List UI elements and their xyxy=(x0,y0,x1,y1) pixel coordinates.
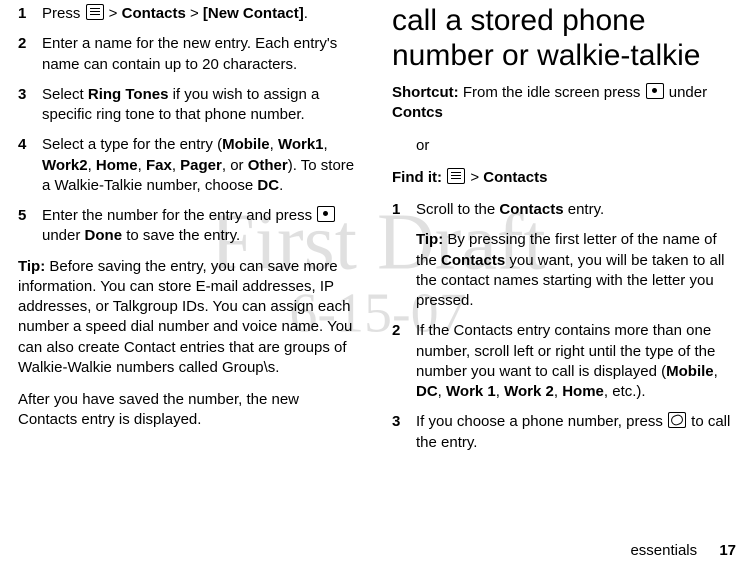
dot-key-icon xyxy=(317,206,335,222)
step-number: 3 xyxy=(392,412,416,453)
menu-key-icon xyxy=(447,168,465,184)
bold-label: Done xyxy=(85,227,123,244)
page-columns: 1Press > Contacts > [New Contact].2Enter… xyxy=(0,0,756,463)
shortcut-line: Shortcut: From the idle screen press und… xyxy=(392,83,738,124)
footer-section: essentials xyxy=(630,542,697,559)
step-number: 3 xyxy=(18,85,42,126)
right-column: call a stored phone number or walkie-tal… xyxy=(392,4,738,463)
bold-label: Work1 xyxy=(278,136,324,153)
tip-label: Tip: xyxy=(416,231,443,248)
step: 5Enter the number for the entry and pres… xyxy=(18,206,358,247)
bold-label: Work2 xyxy=(42,157,88,174)
step-number: 1 xyxy=(392,200,416,220)
step-number: 4 xyxy=(18,135,42,196)
bold-label: Fax xyxy=(146,157,172,174)
bold-label: Contacts xyxy=(441,252,505,269)
step-body: If the Contacts entry contains more than… xyxy=(416,321,738,402)
step-body: Enter a name for the new entry. Each ent… xyxy=(42,34,358,75)
step-body: Scroll to the Contacts entry. xyxy=(416,200,738,220)
bold-label: [New Contact] xyxy=(203,5,304,22)
bold-label: Home xyxy=(562,383,604,400)
step: 1Scroll to the Contacts entry. xyxy=(392,200,738,220)
tip-label: Tip: xyxy=(18,258,45,275)
page-footer: essentials 17 xyxy=(630,542,736,559)
step-body: Select Ring Tones if you wish to assign … xyxy=(42,85,358,126)
step: 3If you choose a phone number, press to … xyxy=(392,412,738,453)
step-body: If you choose a phone number, press to c… xyxy=(416,412,738,453)
after-paragraph: After you have saved the number, the new… xyxy=(18,390,358,431)
bold-label: Home xyxy=(96,157,138,174)
step: 2Enter a name for the new entry. Each en… xyxy=(18,34,358,75)
step-body: Select a type for the entry (Mobile, Wor… xyxy=(42,135,358,196)
step-number: 5 xyxy=(18,206,42,247)
step: 2If the Contacts entry contains more tha… xyxy=(392,321,738,402)
tip-paragraph: Tip: Before saving the entry, you can sa… xyxy=(18,257,358,379)
bold-label: Work 1 xyxy=(446,383,496,400)
section-title: call a stored phone number or walkie-tal… xyxy=(392,4,738,73)
step: 1Press > Contacts > [New Contact]. xyxy=(18,4,358,24)
step: 4Select a type for the entry (Mobile, Wo… xyxy=(18,135,358,196)
bold-label: Mobile xyxy=(222,136,270,153)
step-number: 1 xyxy=(18,4,42,24)
bold-label: Pager xyxy=(180,157,222,174)
footer-page-number: 17 xyxy=(719,542,736,559)
tip-paragraph: Tip: By pressing the first letter of the… xyxy=(416,230,738,311)
step-number: 2 xyxy=(18,34,42,75)
or-text: or xyxy=(416,136,738,156)
step-body: Enter the number for the entry and press… xyxy=(42,206,358,247)
menu-key-icon xyxy=(86,4,104,20)
bold-label: Work 2 xyxy=(504,383,554,400)
find-it-line: Find it: > Contacts xyxy=(392,168,738,188)
bold-label: DC xyxy=(416,383,438,400)
step: 3Select Ring Tones if you wish to assign… xyxy=(18,85,358,126)
bold-label: Contacts xyxy=(483,169,547,186)
bold-label: Contacts xyxy=(499,201,563,218)
find-it-label: Find it: xyxy=(392,169,442,186)
shortcut-label: Shortcut: xyxy=(392,84,459,101)
dot-key-icon xyxy=(646,83,664,99)
send-key-icon xyxy=(668,412,686,428)
left-column: 1Press > Contacts > [New Contact].2Enter… xyxy=(18,4,358,463)
bold-label: Other xyxy=(248,157,288,174)
bold-label: DC xyxy=(257,177,279,194)
bold-label: Contcs xyxy=(392,104,443,121)
bold-label: Ring Tones xyxy=(88,86,169,103)
step-body: Press > Contacts > [New Contact]. xyxy=(42,4,358,24)
bold-label: Mobile xyxy=(666,363,714,380)
bold-label: Contacts xyxy=(122,5,186,22)
step-number: 2 xyxy=(392,321,416,402)
